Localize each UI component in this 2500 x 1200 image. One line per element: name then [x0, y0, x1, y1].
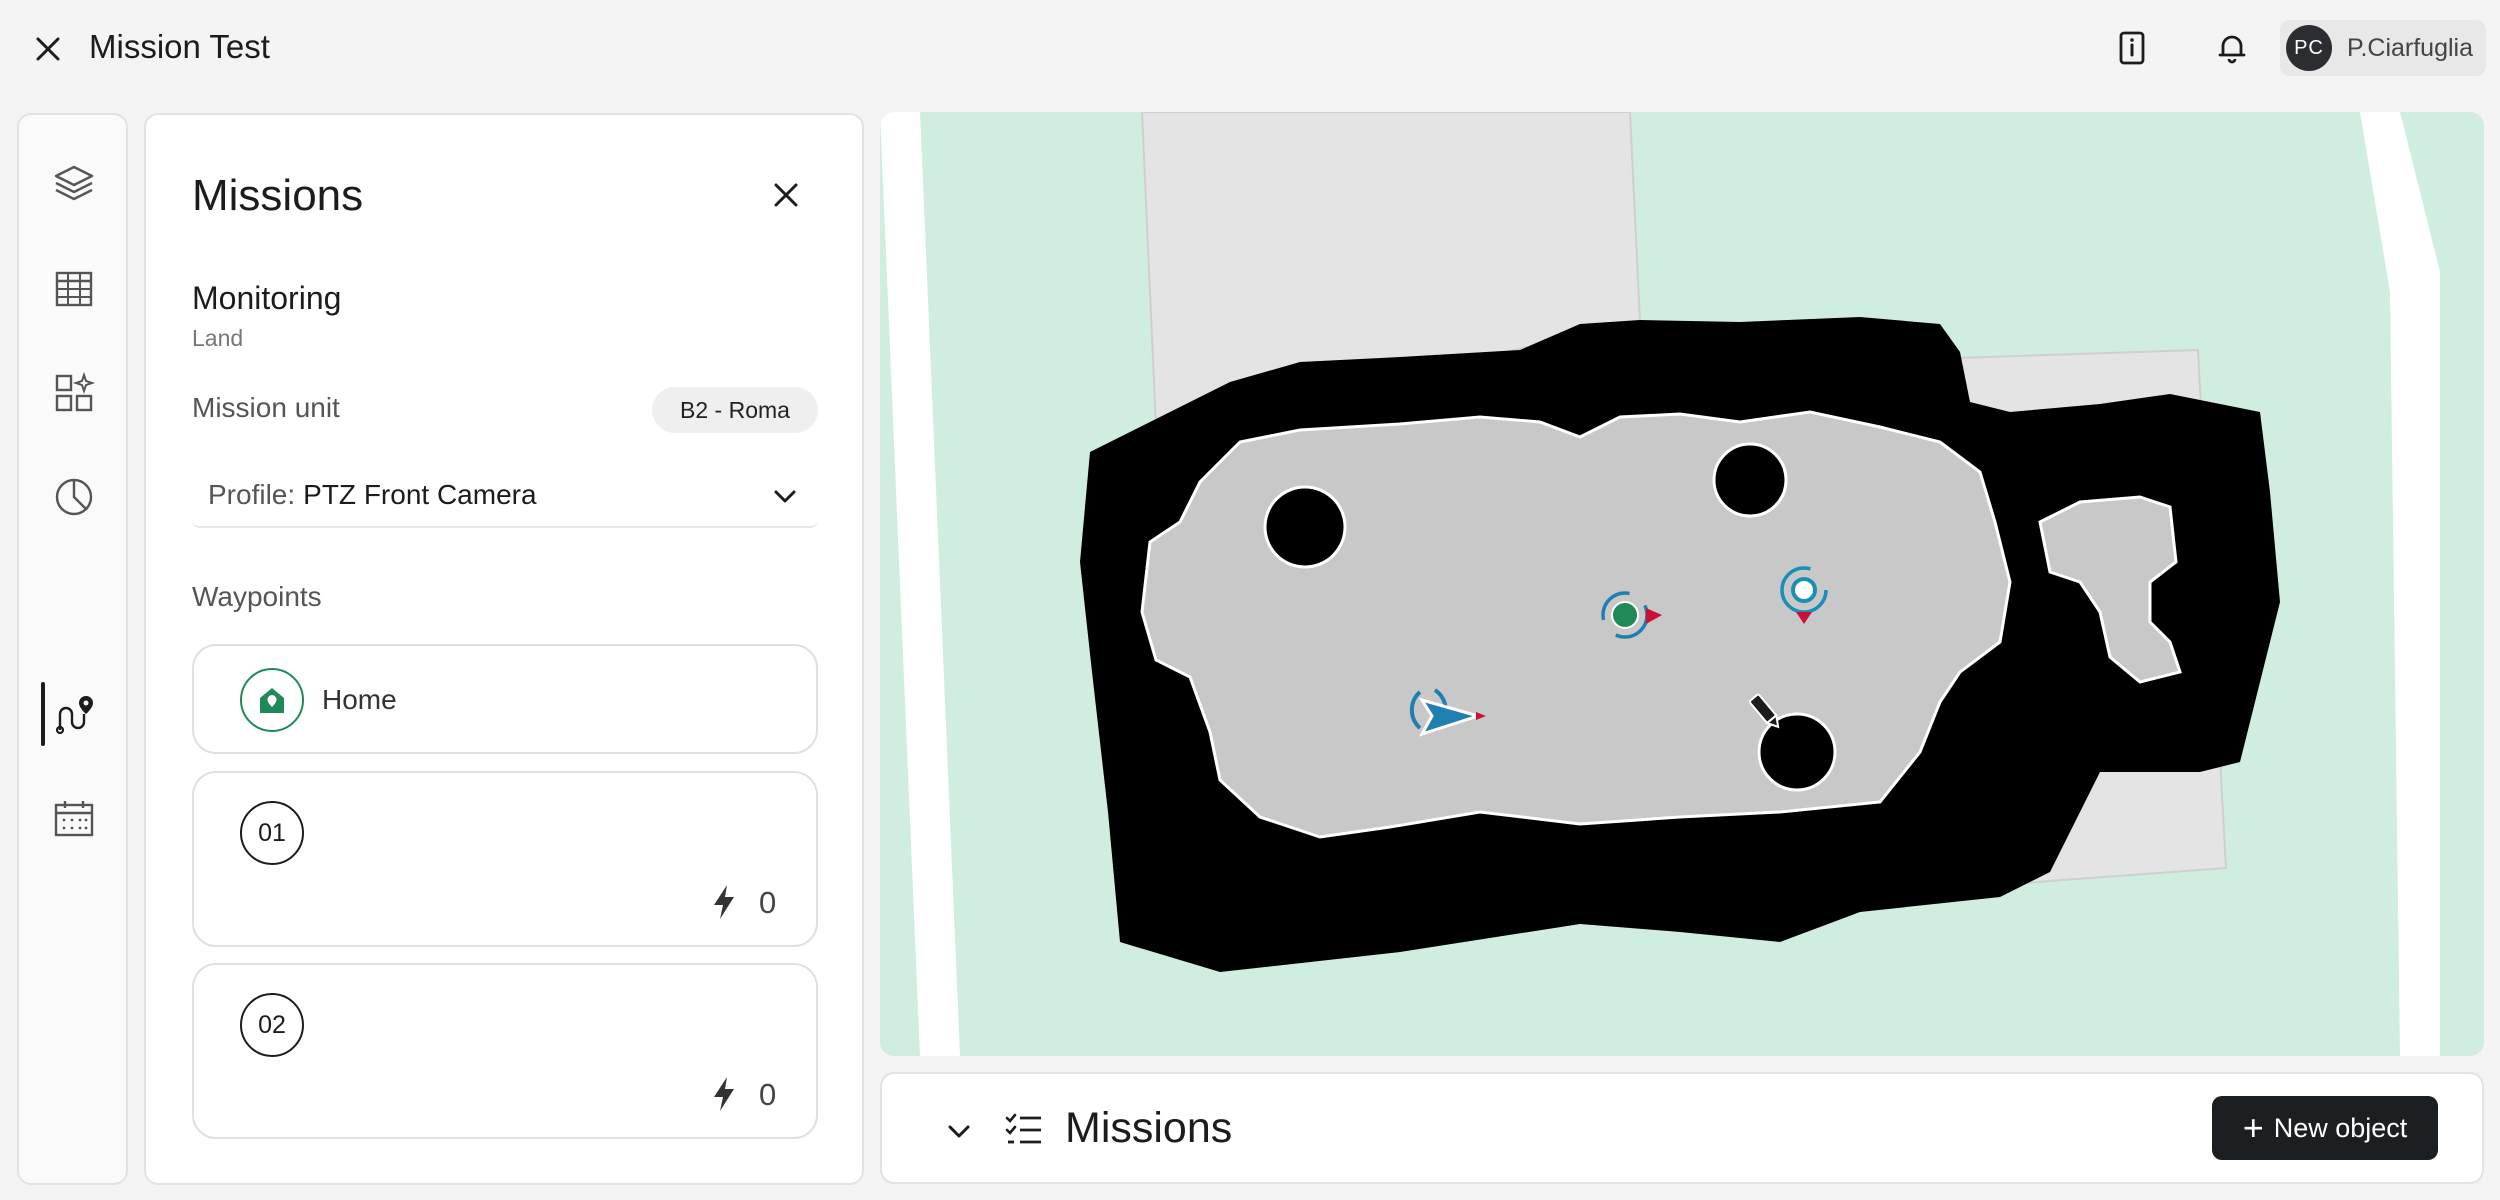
home-badge [240, 668, 304, 732]
user-name: P.Ciarfuglia [2347, 33, 2474, 62]
bolt-icon [714, 885, 734, 919]
waypoint-card[interactable]: 01 0 [192, 771, 818, 947]
waypoints-label: Waypoints [192, 581, 322, 612]
close-panel-icon[interactable] [766, 175, 806, 215]
calendar-icon[interactable] [52, 797, 96, 841]
avatar: PC [2286, 25, 2332, 71]
route-icon[interactable] [52, 692, 96, 736]
waypoint-number: 02 [240, 993, 304, 1057]
page-title: Mission Test [89, 28, 270, 65]
top-bar: Mission Test PC P.Ciarfuglia [0, 0, 2500, 98]
waypoint-home-card[interactable]: Home [192, 644, 818, 754]
table-icon[interactable] [52, 267, 96, 311]
mission-name: Monitoring [192, 280, 342, 316]
waypoint-card[interactable]: 02 0 [192, 963, 818, 1139]
map-view[interactable] [880, 112, 2484, 1056]
user-menu[interactable]: PC P.Ciarfuglia [2280, 20, 2486, 76]
pillar [1757, 712, 1837, 792]
pillar [1263, 485, 1347, 569]
actions-count: 0 [759, 885, 777, 920]
actions-count: 0 [759, 1077, 777, 1112]
free-space [1140, 410, 2012, 839]
profile-prefix: Profile: [208, 479, 296, 510]
active-indicator [41, 682, 45, 746]
new-object-button[interactable]: + New object [2212, 1096, 2438, 1160]
chevron-down-icon [774, 490, 796, 503]
bottom-bar-title: Missions [1065, 1104, 1233, 1152]
occupancy-map [880, 112, 2484, 1056]
bottom-missions-bar: Missions + New object [880, 1072, 2484, 1184]
layers-icon[interactable] [52, 161, 96, 205]
panel-title: Missions [192, 171, 364, 220]
sidebar-rail [17, 113, 128, 1185]
pie-chart-icon[interactable] [52, 475, 96, 519]
profile-value: PTZ Front Camera [303, 479, 537, 510]
profile-select[interactable]: Profile: PTZ Front Camera [192, 464, 818, 528]
missions-panel: Missions Monitoring Land Mission unit B2… [144, 113, 864, 1185]
mission-unit-label: Mission unit [192, 392, 340, 423]
bell-icon[interactable] [2212, 28, 2252, 68]
plus-icon: + [2242, 1107, 2264, 1148]
waypoint-number: 01 [240, 801, 304, 865]
waypoint-label: Home [322, 684, 397, 715]
widgets-icon[interactable] [52, 371, 96, 415]
home-icon [260, 688, 284, 713]
mission-type: Land [192, 325, 244, 351]
close-icon[interactable] [30, 31, 66, 67]
new-object-label: New object [2273, 1112, 2408, 1143]
chevron-down-icon[interactable] [944, 1119, 974, 1143]
bolt-icon [714, 1077, 734, 1111]
pillar [1712, 442, 1788, 518]
checklist-icon [1005, 1113, 1041, 1144]
mission-unit-badge: B2 - Roma [652, 387, 818, 433]
manual-icon[interactable] [2112, 28, 2152, 68]
